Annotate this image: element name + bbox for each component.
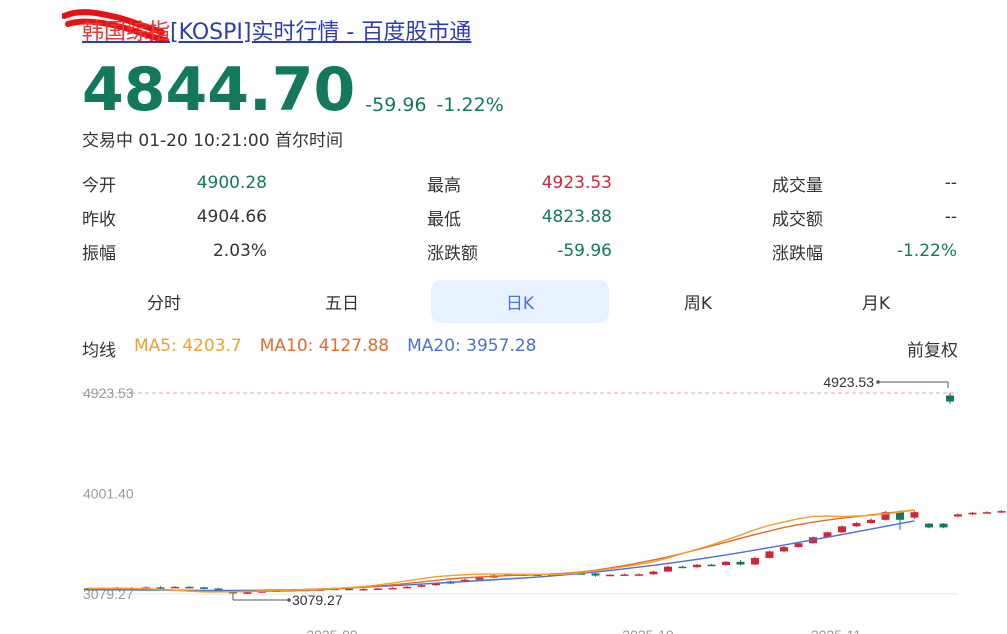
high-marker-label: 4923.53 (823, 374, 874, 390)
tab-2[interactable]: 日K (431, 280, 609, 323)
quote-summary: 4844.70 -59.96 -1.22% (82, 58, 504, 122)
high-marker-dot (876, 380, 880, 384)
candle-body (620, 574, 629, 576)
tab-0[interactable]: 分时 (75, 280, 253, 323)
x-axis-label: 2025-11 (811, 627, 862, 634)
candle-body (388, 587, 397, 590)
candle-body (707, 564, 716, 567)
stat-item: 最低 4823.88 (427, 200, 612, 234)
stat-label: 涨跌幅 (772, 243, 823, 264)
ma20-legend: MA20: 3957.28 (407, 336, 537, 356)
tab-3[interactable]: 周K (609, 280, 787, 323)
candle-body (678, 566, 687, 569)
stat-label: 涨跌额 (427, 243, 478, 264)
stat-item: 振幅 2.03% (82, 234, 267, 268)
candle-body (925, 523, 933, 528)
stat-item: 成交量 -- (772, 166, 957, 200)
y-axis-label: 4001.40 (83, 486, 134, 502)
adjust-toggle[interactable]: 前复权 (907, 336, 958, 361)
stats-column: 成交量 -- 成交额 -- 涨跌幅 -1.22% (772, 166, 957, 268)
candle-body (606, 574, 614, 577)
stat-item: 今开 4900.28 (82, 166, 267, 200)
candle-body (185, 586, 194, 589)
candle-body (591, 573, 600, 576)
candle-body (417, 585, 426, 587)
stat-value: -- (944, 173, 957, 193)
candle-body (243, 592, 252, 594)
stat-value: 4823.88 (541, 207, 612, 227)
stat-value: -59.96 (557, 241, 612, 261)
candle-body (946, 395, 954, 402)
candle-body (939, 523, 948, 528)
period-tabs: 分时 五日 日K 周K 月K (75, 280, 965, 323)
candle-body (664, 566, 672, 572)
candle-body (736, 561, 745, 565)
stat-label: 成交额 (772, 209, 823, 230)
ma20-line (88, 520, 915, 592)
stats-column: 今开 4900.28 昨收 4904.66 振幅 2.03% (82, 166, 267, 268)
stat-value: 4904.66 (196, 207, 267, 227)
candle-body (171, 586, 179, 589)
stat-label: 最低 (427, 209, 461, 230)
ma5-legend: MA5: 4203.7 (134, 336, 242, 356)
candle-body (852, 523, 861, 527)
stat-label: 昨收 (82, 209, 116, 230)
stat-item: 昨收 4904.66 (82, 200, 267, 234)
stat-value: 4900.28 (196, 173, 267, 193)
candle-body (968, 512, 977, 515)
ma-label: 均线 (82, 341, 116, 361)
x-axis-label: 2025-10 (622, 627, 674, 634)
candle-body (765, 551, 774, 558)
price-change-pct: -1.22% (436, 94, 504, 116)
stat-label: 成交量 (772, 175, 823, 196)
stat-value: -1.22% (896, 241, 957, 261)
stat-item: 最高 4923.53 (427, 166, 612, 200)
stat-value: 4923.53 (541, 173, 612, 193)
candle-body (693, 564, 701, 568)
title-rest[interactable]: [KOSPI]实时行情 - 百度股市通 (170, 20, 471, 45)
candlestick-chart[interactable]: 4923.534001.403079.274923.533079.272025-… (0, 360, 1007, 634)
current-price: 4844.70 (82, 55, 356, 125)
candle-body (635, 574, 643, 576)
candle-body (954, 514, 962, 517)
stat-label: 最高 (427, 175, 461, 196)
candle-body (722, 561, 730, 566)
low-marker-label: 3079.27 (292, 592, 343, 608)
candle-body (359, 588, 368, 591)
stat-item: 成交额 -- (772, 200, 957, 234)
candle-body (403, 586, 411, 589)
candle-body (374, 588, 382, 590)
stat-item: 涨跌幅 -1.22% (772, 234, 957, 268)
trading-status: 交易中 01-20 10:21:00 首尔时间 (82, 131, 343, 151)
ma10-legend: MA10: 4127.88 (259, 336, 390, 356)
y-axis-label: 4923.53 (83, 385, 134, 401)
title-index-name[interactable]: 韩国综指 (82, 20, 170, 45)
price-change: -59.96 (365, 94, 427, 116)
candle-body (838, 526, 846, 533)
stats-column: 最高 4923.53 最低 4823.88 涨跌额 -59.96 (427, 166, 612, 268)
candle-body (200, 587, 208, 589)
candle-body (983, 512, 991, 514)
candle-body (780, 547, 788, 552)
stat-label: 今开 (82, 175, 116, 196)
stat-value: 2.03% (212, 241, 267, 261)
candle-body (751, 557, 759, 565)
tab-1[interactable]: 五日 (253, 280, 431, 323)
tab-4[interactable]: 月K (787, 280, 965, 323)
candle-body (910, 512, 919, 518)
candle-body (794, 543, 803, 548)
x-axis-label: 2025-09 (306, 627, 358, 634)
candle-body (867, 519, 875, 524)
candle-body (475, 577, 484, 580)
stat-item: 涨跌额 -59.96 (427, 234, 612, 268)
candle-body (896, 512, 904, 520)
candle-body (649, 571, 658, 575)
candle-body (997, 511, 1006, 513)
ma-legend: 均线 MA5: 4203.7 MA10: 4127.88 MA20: 3957.… (82, 336, 958, 361)
low-marker-dot (287, 598, 291, 602)
stat-value: -- (944, 207, 957, 227)
stat-label: 振幅 (82, 243, 116, 264)
page-title-link[interactable]: 韩国综指[KOSPI]实时行情 - 百度股市通 (82, 14, 471, 46)
